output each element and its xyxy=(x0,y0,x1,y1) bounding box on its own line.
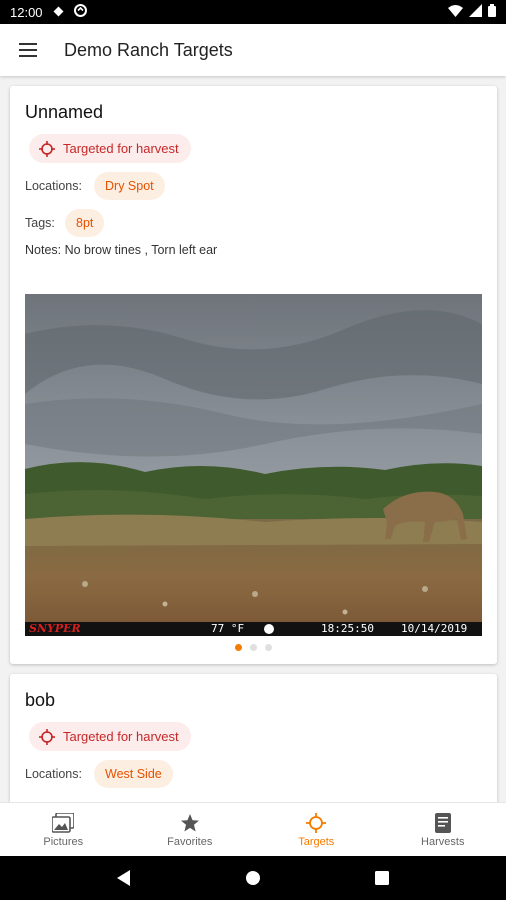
menu-button[interactable] xyxy=(0,24,56,76)
photo-date: 10/14/2019 xyxy=(401,622,468,635)
pictures-icon xyxy=(52,812,75,833)
status-diamond-icon xyxy=(53,5,64,20)
bottom-navigation: Pictures Favorites Targets Harvests xyxy=(0,802,506,857)
moon-phase-icon xyxy=(264,624,274,634)
target-card[interactable]: bob Targeted for harvest Locations: West… xyxy=(10,674,497,802)
harvest-status-label: Targeted for harvest xyxy=(63,729,179,744)
nav-targets[interactable]: Targets xyxy=(253,803,380,857)
status-bar: 12:00 xyxy=(0,0,506,24)
target-name: bob xyxy=(25,690,56,710)
home-icon xyxy=(245,871,260,885)
harvest-status-chip[interactable]: Targeted for harvest xyxy=(29,722,191,751)
crosshair-icon xyxy=(39,140,55,157)
target-icon xyxy=(306,812,327,833)
battery-icon xyxy=(488,4,496,20)
carousel-dot[interactable] xyxy=(265,644,272,651)
harvest-status-chip[interactable]: Targeted for harvest xyxy=(29,134,191,163)
notes-text: Notes: No brow tines , Torn left ear xyxy=(25,243,218,257)
harvests-icon xyxy=(434,812,451,833)
locations-label: Locations: xyxy=(25,179,82,193)
tag-chip[interactable]: 8pt xyxy=(65,209,105,237)
back-button[interactable] xyxy=(104,858,144,898)
location-chip[interactable]: West Side xyxy=(94,760,173,788)
carousel-dot[interactable] xyxy=(250,644,257,651)
nav-label: Pictures xyxy=(43,835,84,848)
star-icon xyxy=(180,813,199,831)
back-icon xyxy=(117,870,131,886)
target-card[interactable]: Unnamed Targeted for harvest Locations: … xyxy=(10,86,497,664)
nav-label: Harvests xyxy=(421,835,465,848)
crosshair-icon xyxy=(39,728,55,745)
recents-icon xyxy=(374,871,389,885)
location-chip[interactable]: Dry Spot xyxy=(94,172,165,200)
recents-button[interactable] xyxy=(362,858,402,898)
page-title: Demo Ranch Targets xyxy=(64,39,233,60)
photo-info-strip: SNYPER 77 °F 18:25:50 10/14/2019 xyxy=(25,622,482,636)
status-time: 12:00 xyxy=(10,4,43,20)
tags-label: Tags: xyxy=(25,216,55,230)
system-navigation-bar xyxy=(0,856,506,900)
signal-icon xyxy=(469,4,482,20)
menu-icon xyxy=(19,43,37,57)
photo-time: 18:25:50 xyxy=(321,622,374,635)
locations-label: Locations: xyxy=(25,767,82,781)
nav-pictures[interactable]: Pictures xyxy=(0,803,127,857)
carousel-indicator xyxy=(10,644,497,651)
nav-label: Favorites xyxy=(167,835,213,848)
app-bar: Demo Ranch Targets xyxy=(0,24,506,76)
home-button[interactable] xyxy=(233,858,273,898)
photo-image xyxy=(25,294,482,636)
nav-favorites[interactable]: Favorites xyxy=(127,803,254,857)
target-name: Unnamed xyxy=(25,102,104,122)
wifi-icon xyxy=(448,4,463,20)
nav-harvests[interactable]: Harvests xyxy=(380,803,506,857)
harvest-status-label: Targeted for harvest xyxy=(63,141,179,156)
camera-brand: SNYPER xyxy=(29,622,81,635)
photo-temperature: 77 °F xyxy=(211,622,245,635)
trail-camera-photo[interactable]: SNYPER 77 °F 18:25:50 10/14/2019 xyxy=(25,294,482,636)
status-sync-icon xyxy=(73,4,87,20)
nav-label: Targets xyxy=(298,835,335,848)
carousel-dot[interactable] xyxy=(235,644,242,651)
targets-list[interactable]: Unnamed Targeted for harvest Locations: … xyxy=(0,76,506,802)
